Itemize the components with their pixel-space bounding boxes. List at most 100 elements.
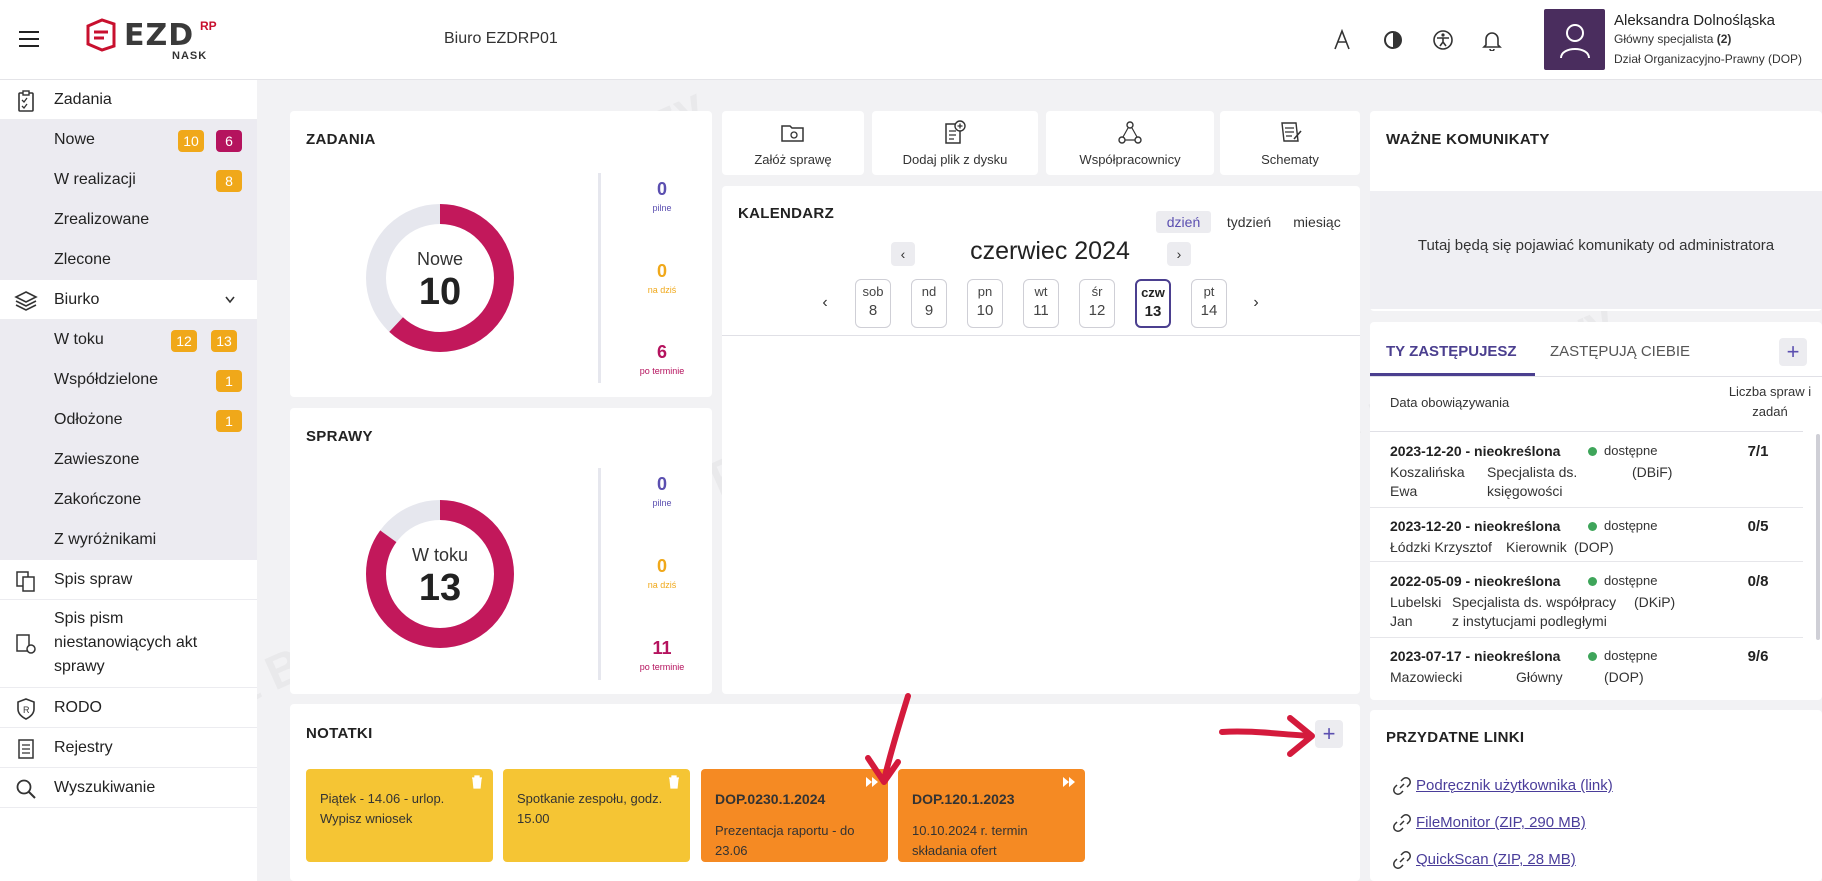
row-name: Mazowiecki	[1390, 669, 1463, 685]
user-icon	[1559, 23, 1590, 58]
sidebar-item-wspoldzielone[interactable]: Współdzielone 1	[0, 360, 257, 400]
note-text: składania ofert	[912, 843, 997, 858]
day-name: sob	[862, 284, 884, 299]
day-number: 12	[1088, 302, 1106, 319]
chevron-right-icon: ›	[1176, 246, 1182, 262]
sidebar-item-w-toku[interactable]: W toku 12 13	[0, 320, 257, 360]
sidebar-item-nowe[interactable]: Nowe 10 6	[0, 120, 257, 160]
sidebar-item-z-wyroznikami[interactable]: Z wyróżnikami	[0, 520, 257, 560]
ezd-logo[interactable]: EZD RP NASK	[84, 16, 224, 64]
prev-month-button[interactable]: ‹	[891, 242, 915, 266]
chevron-down-icon[interactable]	[224, 295, 236, 305]
donut-label: Nowe	[416, 249, 464, 269]
table-row[interactable]: 2023-12-20 - nieokreślona dostępne Kosza…	[1370, 432, 1803, 508]
note-text: Spotkanie zespołu, godz.	[517, 791, 663, 806]
sidebar-item-spis-pism[interactable]: Spis pism niestanowiących akt sprawy	[0, 600, 257, 688]
day-cell[interactable]: śr 12	[1079, 279, 1115, 328]
dodaj-plik-button[interactable]: Dodaj plik z dysku	[872, 111, 1038, 175]
note-case-number: DOP.0230.1.2024	[715, 791, 826, 807]
contrast-icon[interactable]	[1380, 27, 1406, 53]
sidebar-item-label: niestanowiących akt	[54, 634, 198, 651]
stat-na-dzis[interactable]: 0	[622, 556, 702, 577]
stat-po-terminie[interactable]: 6	[622, 342, 702, 363]
sidebar-item-w-realizacji[interactable]: W realizacji 8	[0, 160, 257, 200]
count-badge: 1	[216, 410, 242, 432]
menu-icon[interactable]	[19, 31, 39, 47]
stat-na-dzis[interactable]: 0	[622, 261, 702, 282]
stat-pilne[interactable]: 0	[622, 474, 702, 495]
plus-icon: +	[1786, 339, 1800, 364]
tab-zastepuja-ciebie[interactable]: ZASTĘPUJĄ CIEBIE	[1550, 343, 1690, 360]
table-row[interactable]: 2023-12-20 - nieokreślona dostępne Łódzk…	[1370, 508, 1803, 562]
day-cell[interactable]: nd 9	[911, 279, 947, 328]
table-row[interactable]: 2022-05-09 - nieokreślona dostępne Lubel…	[1370, 562, 1803, 638]
view-week-tab[interactable]: tydzień	[1218, 211, 1280, 233]
sidebar-item-zlecone[interactable]: Zlecone	[0, 240, 257, 280]
fast-forward-icon[interactable]	[1061, 774, 1077, 790]
sidebar-item-label: W toku	[54, 331, 104, 348]
accessibility-icon[interactable]	[1430, 27, 1456, 53]
stat-po-terminie[interactable]: 11	[622, 638, 702, 659]
note-card[interactable]: DOP.120.1.2023 10.10.2024 r. termin skła…	[898, 769, 1085, 862]
folder-gear-icon	[781, 125, 804, 142]
font-size-icon[interactable]	[1329, 27, 1355, 53]
col-count-header: Liczba spraw i	[1728, 384, 1812, 399]
next-day-button[interactable]: ›	[1246, 291, 1266, 315]
user-role: Główny specjalista (2)	[1614, 32, 1731, 46]
row-status: dostępne	[1604, 648, 1658, 663]
day-name: czw	[1141, 285, 1165, 300]
add-note-button[interactable]: +	[1315, 720, 1343, 748]
stat-label: pilne	[652, 203, 672, 213]
link-filemonitor[interactable]: FileMonitor (ZIP, 290 MB)	[1416, 814, 1586, 831]
wspolpracownicy-button[interactable]: Współpracownicy	[1046, 111, 1214, 175]
view-day-tab[interactable]: dzień	[1156, 211, 1211, 233]
trash-icon[interactable]	[469, 774, 485, 790]
trash-icon[interactable]	[666, 774, 682, 790]
sidebar-item-odlozone[interactable]: Odłożone 1	[0, 400, 257, 440]
bell-icon[interactable]	[1479, 27, 1505, 53]
row-date: 2023-07-17 - nieokreślona	[1390, 648, 1561, 664]
sidebar-item-zadania[interactable]: Zadania	[0, 80, 257, 120]
sidebar-item-zakonczone[interactable]: Zakończone	[0, 480, 257, 520]
day-cell-selected[interactable]: czw 13	[1135, 279, 1171, 328]
row-status: dostępne	[1604, 573, 1658, 588]
add-deputy-button[interactable]: +	[1779, 338, 1807, 366]
note-text: Wypisz wniosek	[320, 811, 413, 826]
stat-pilne[interactable]: 0	[622, 179, 702, 200]
link-podrecznik[interactable]: Podręcznik użytkownika (link)	[1416, 777, 1613, 794]
row-role: Specjalista ds.	[1487, 464, 1578, 480]
sidebar-item-label: Spis pism	[54, 610, 124, 627]
note-card[interactable]: Piątek - 14.06 - urlop. Wypisz wniosek	[306, 769, 493, 862]
stat-label: po terminie	[639, 662, 685, 672]
sidebar-item-zawieszone[interactable]: Zawieszone	[0, 440, 257, 480]
table-row[interactable]: 2023-07-17 - nieokreślona dostępne Mazow…	[1370, 638, 1803, 700]
day-cell[interactable]: pn 10	[967, 279, 1003, 328]
row-name: Łódzki Krzysztof	[1390, 539, 1492, 555]
note-card[interactable]: Spotkanie zespołu, godz. 15.00	[503, 769, 690, 862]
day-cell[interactable]: wt 11	[1023, 279, 1059, 328]
sprawy-panel: SPRAWY W toku 13 0 pilne 0 na dziś 11 po…	[290, 408, 712, 694]
sidebar-item-spis-spraw[interactable]: Spis spraw	[0, 560, 257, 600]
scrollbar[interactable]	[1816, 434, 1820, 640]
zaloz-sprawe-button[interactable]: Załóż sprawę	[722, 111, 864, 175]
sidebar-item-zrealizowane[interactable]: Zrealizowane	[0, 200, 257, 240]
tab-ty-zastepujesz[interactable]: TY ZASTĘPUJESZ	[1370, 322, 1535, 376]
link-quickscan[interactable]: QuickScan (ZIP, 28 MB)	[1416, 851, 1576, 868]
sidebar-item-wyszukiwanie[interactable]: Wyszukiwanie	[0, 768, 257, 808]
count-badge: 13	[211, 330, 237, 352]
day-name: pn	[977, 284, 993, 299]
stat-label: na dziś	[647, 580, 677, 590]
sidebar-item-biurko[interactable]: Biurko	[0, 280, 257, 320]
prev-day-button[interactable]: ‹	[815, 291, 835, 315]
view-month-tab[interactable]: miesiąc	[1284, 211, 1350, 233]
sidebar-item-rodo[interactable]: R RODO	[0, 688, 257, 728]
schematy-button[interactable]: Schematy	[1220, 111, 1360, 175]
panel-title: WAŻNE KOMUNIKATY	[1386, 131, 1550, 148]
divider	[722, 335, 1360, 336]
day-cell[interactable]: sob 8	[855, 279, 891, 328]
next-month-button[interactable]: ›	[1167, 242, 1191, 266]
sidebar-item-rejestry[interactable]: Rejestry	[0, 728, 257, 768]
user-name[interactable]: Aleksandra Dolnośląska	[1614, 12, 1775, 29]
avatar[interactable]	[1544, 9, 1605, 70]
day-cell[interactable]: pt 14	[1191, 279, 1227, 328]
